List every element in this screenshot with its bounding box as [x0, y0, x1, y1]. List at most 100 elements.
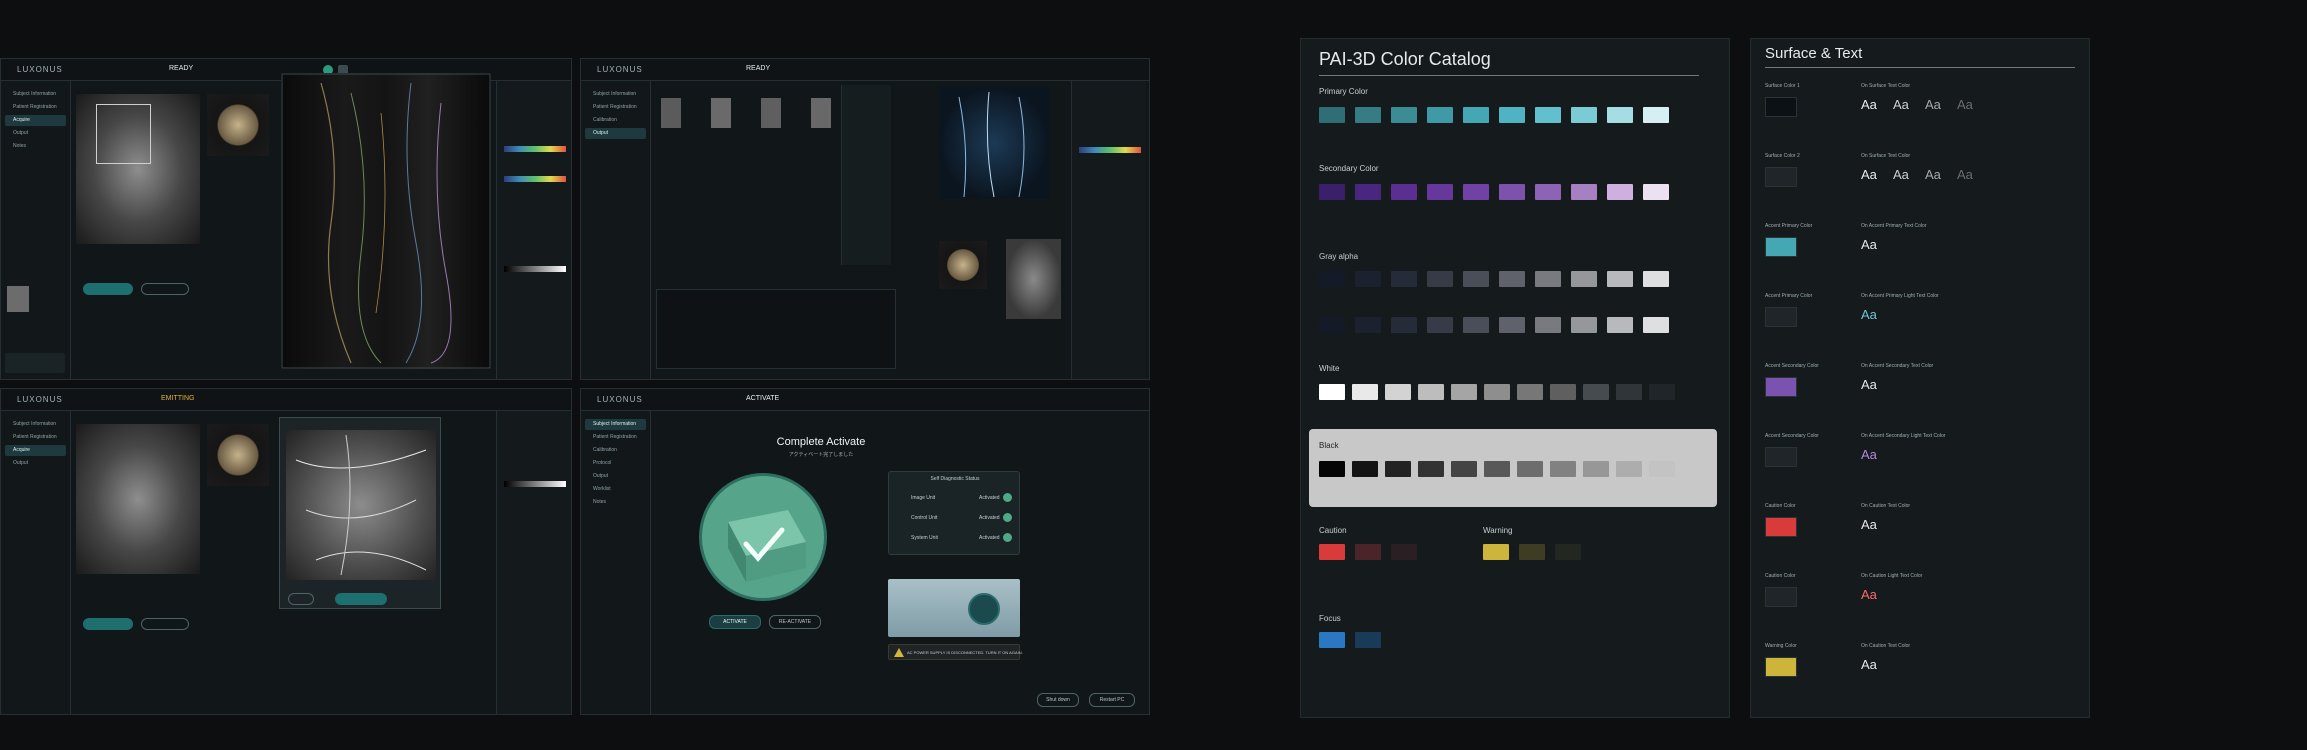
surface-color-label: Caution Color [1765, 503, 1796, 509]
gray-alpha-swatch [1499, 317, 1525, 333]
secondary-swatch [1643, 184, 1669, 200]
stop-measure-button[interactable] [141, 283, 189, 295]
text-color-label: On Accent Secondary Light Text Color [1861, 433, 1946, 439]
sidebar-item[interactable]: Calibration [585, 445, 646, 456]
user-card[interactable] [5, 353, 65, 373]
colormap-bar[interactable] [504, 146, 566, 152]
text-color-label: On Accent Secondary Text Color [1861, 363, 1934, 369]
volume-rendering-view[interactable] [281, 73, 491, 369]
title-divider [1765, 67, 2075, 68]
primary-swatch [1355, 107, 1381, 123]
secondary-swatch [1571, 184, 1597, 200]
primary-swatch [1499, 107, 1525, 123]
sidebar-item[interactable]: Calibration [585, 115, 646, 126]
sidebar-item[interactable]: Subject Information [5, 89, 66, 100]
status-label: READY [746, 65, 771, 72]
aa-sample: Aa [1861, 97, 1877, 112]
reactivate-button[interactable]: RE-ACTIVATE [769, 615, 821, 629]
black-swatch [1583, 461, 1609, 477]
app-screen-ready: LUXONUS READY Subject Information Patien… [0, 58, 572, 380]
thumbnail[interactable] [711, 98, 731, 128]
primary-swatch [1391, 107, 1417, 123]
colormap-bar[interactable] [504, 176, 566, 182]
app-logo: LUXONUS [17, 65, 63, 74]
sidebar-item[interactable]: Output [5, 128, 66, 139]
gray-alpha-swatch [1427, 317, 1453, 333]
check-icon [1003, 493, 1012, 502]
black-swatch [1550, 461, 1576, 477]
sidebar-item[interactable]: Subject Information [585, 89, 646, 100]
acquire-start-button[interactable] [83, 618, 133, 630]
surface-swatch [1765, 377, 1797, 397]
thumbnail[interactable] [661, 98, 681, 128]
sidebar-item[interactable]: Output [5, 458, 66, 469]
gray-scale-bar[interactable] [504, 481, 566, 487]
thumbnail-strip [656, 94, 871, 136]
sidebar-item[interactable]: Patient Registration [5, 432, 66, 443]
status-label: EMITTING [161, 395, 195, 402]
activate-button[interactable]: ACTIVATE [709, 615, 761, 629]
save-mip-button[interactable] [335, 593, 387, 605]
status-label: ACTIVATE [746, 395, 780, 402]
gray-scale-bar[interactable] [504, 266, 566, 272]
warning-swatch [1555, 544, 1581, 560]
hand-mip-image[interactable] [76, 424, 200, 574]
thumbnail[interactable] [7, 286, 29, 312]
vessel-rendering [958, 91, 1025, 198]
card-title: Self Diagnostic Status [930, 476, 980, 482]
acquire-start-button[interactable] [83, 283, 133, 295]
hand-roi[interactable] [96, 104, 151, 164]
shutdown-button[interactable]: Shut down [1037, 693, 1079, 707]
surface-swatch [1765, 657, 1797, 677]
white-swatch [1319, 384, 1345, 400]
stop-measure-button[interactable] [141, 618, 189, 630]
warning-banner: AC POWER SUPPLY IS DISCONNECTED. TURN IT… [888, 644, 1023, 660]
sidebar-item[interactable]: Protocol [585, 458, 646, 469]
surface-swatch [1765, 517, 1797, 537]
sidebar-item[interactable]: Patient Registration [585, 432, 646, 443]
sidebar-item-active[interactable]: Output [585, 128, 646, 139]
app-screen-activate: LUXONUS ACTIVATE Subject Information Pat… [580, 388, 1150, 715]
sidebar-item[interactable]: Notes [585, 497, 646, 508]
camera-view [939, 241, 987, 289]
colormap-bar[interactable] [1079, 147, 1141, 153]
text-color-label: On Accent Primary Text Color [1861, 223, 1927, 229]
app-logo: LUXONUS [597, 395, 643, 404]
restart-button[interactable]: Restart PC [1089, 693, 1135, 707]
vessel-3d-view[interactable] [939, 87, 1049, 199]
focus-swatch [1319, 632, 1345, 648]
hand-mip-image[interactable] [1006, 239, 1061, 319]
sidebar-item[interactable]: Output [585, 471, 646, 482]
sidebar: Subject Information Patient Registration… [581, 81, 651, 379]
surface-color-label: Accent Primary Color [1765, 223, 1813, 229]
aa-sample: Aa [1957, 167, 1973, 182]
sidebar-item-active[interactable]: Acquire [5, 445, 66, 456]
white-swatch [1550, 384, 1576, 400]
self-diagnostic-card: Self Diagnostic Status Image Unit Activa… [888, 471, 1020, 555]
secondary-swatch [1535, 184, 1561, 200]
unit-state: Activated [979, 515, 1000, 521]
sidebar-item-active[interactable]: Acquire [5, 115, 66, 126]
surface-text-panel: Surface & Text Surface Color 1 On Surface… [1750, 38, 2090, 718]
sidebar-item[interactable]: Patient Registration [5, 102, 66, 113]
sidebar-item[interactable]: Worklist [585, 484, 646, 495]
gray-alpha-swatch [1607, 317, 1633, 333]
text-color-label: On Caution Text Color [1861, 503, 1911, 509]
caution-swatch [1319, 544, 1345, 560]
thumbnail[interactable] [811, 98, 831, 128]
sidebar-item-active[interactable]: Subject Information [585, 419, 646, 430]
unit-label: Image Unit [911, 495, 936, 501]
check-circle-icon [699, 473, 827, 601]
secondary-swatch [1463, 184, 1489, 200]
aa-sample: Aa [1957, 97, 1973, 112]
surface-color-label: Surface Color 1 [1765, 83, 1800, 89]
thumbnail[interactable] [761, 98, 781, 128]
surface-swatch [1765, 97, 1797, 117]
mip-preview-image[interactable] [286, 430, 436, 580]
cancel-button[interactable] [288, 593, 314, 605]
white-swatch [1352, 384, 1378, 400]
sidebar-item[interactable]: Patient Registration [585, 102, 646, 113]
sidebar-item[interactable]: Notes [5, 141, 66, 152]
display-settings-rail [496, 81, 571, 379]
sidebar-item[interactable]: Subject Information [5, 419, 66, 430]
